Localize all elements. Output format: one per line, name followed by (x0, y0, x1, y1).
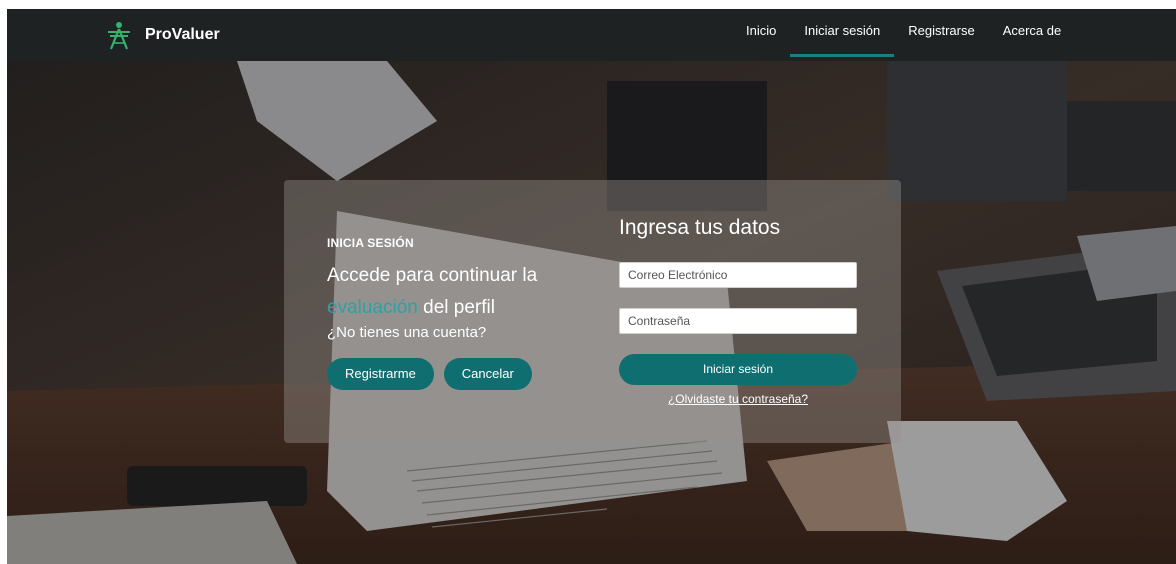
nav-item-acerca-de[interactable]: Acerca de (989, 9, 1076, 61)
register-button[interactable]: Registrarme (327, 358, 434, 390)
email-field[interactable] (619, 262, 857, 288)
login-card: INICIA SESIÓN Accede para continuar la e… (284, 180, 901, 443)
section-kicker: INICIA SESIÓN (327, 236, 414, 250)
nav-item-inicio[interactable]: Inicio (732, 9, 790, 61)
login-button[interactable]: Iniciar sesión (619, 354, 857, 385)
forgot-password-link[interactable]: ¿Olvidaste tu contraseña? (619, 392, 857, 406)
brand-name: ProValuer (145, 26, 220, 43)
intro-buttons: Registrarme Cancelar (327, 358, 587, 390)
brand[interactable]: ProValuer (105, 15, 220, 55)
page-frame: ProValuer Inicio Iniciar sesión Registra… (7, 9, 1176, 564)
main-nav: Inicio Iniciar sesión Registrarse Acerca… (732, 9, 1075, 61)
sena-logo-icon (108, 22, 130, 50)
headline-part2: del perfil (417, 297, 495, 318)
form-title: Ingresa tus datos (619, 216, 781, 239)
nav-item-iniciar-sesion[interactable]: Iniciar sesión (790, 9, 895, 61)
top-navbar: ProValuer Inicio Iniciar sesión Registra… (7, 9, 1176, 61)
headline-accent: evaluación (327, 297, 418, 318)
nav-item-registrarse[interactable]: Registrarse (894, 9, 988, 61)
headline: Accede para continuar la evaluación del … (327, 260, 587, 324)
cancel-button[interactable]: Cancelar (443, 358, 532, 390)
headline-part1: Accede para continuar la (327, 265, 538, 286)
no-account-text: ¿No tienes una cuenta? (327, 324, 487, 341)
password-field[interactable] (619, 308, 857, 334)
intro-panel: INICIA SESIÓN Accede para continuar la e… (327, 236, 587, 390)
login-form: Ingresa tus datos Iniciar sesión ¿Olvida… (619, 216, 859, 406)
